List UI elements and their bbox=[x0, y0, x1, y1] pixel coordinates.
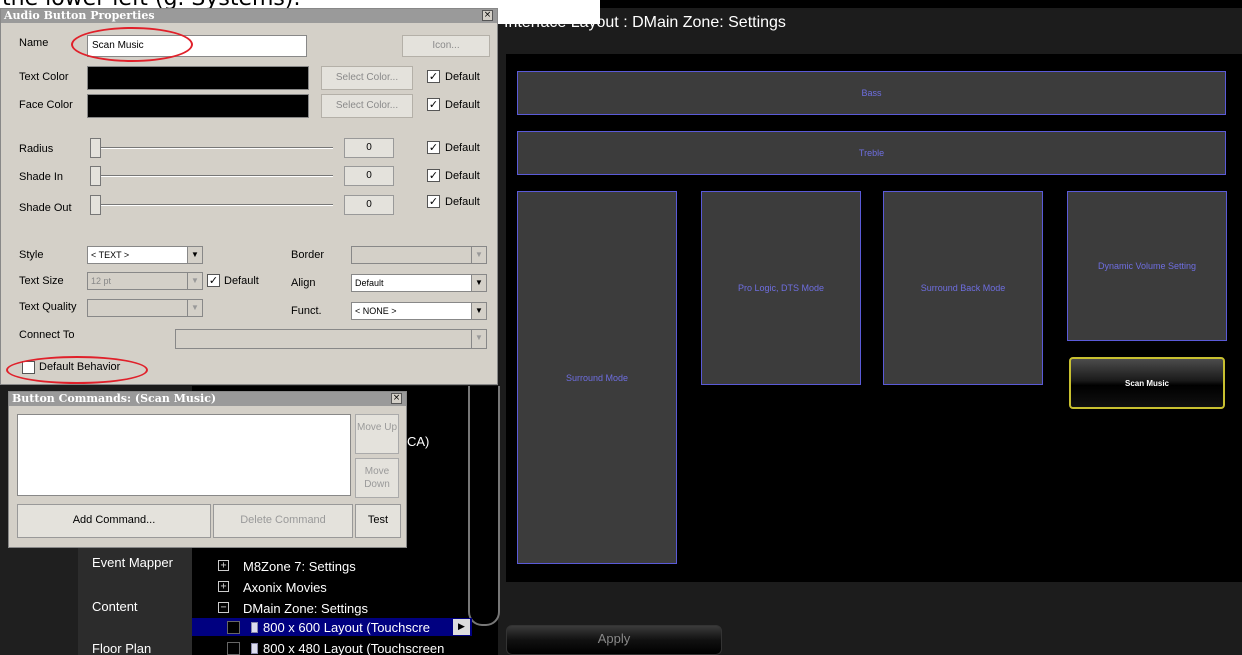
expand-icon[interactable]: + bbox=[218, 560, 229, 571]
tree-item-layout-800x480[interactable]: 800 x 480 Layout (Touchscreen bbox=[263, 641, 444, 655]
text-size-label: Text Size bbox=[19, 275, 64, 287]
radius-default-checkbox[interactable]: ✓ bbox=[427, 141, 440, 154]
surround-mode-button[interactable]: Surround Mode bbox=[517, 191, 677, 564]
shade-out-slider-thumb[interactable] bbox=[90, 195, 101, 215]
tree-item-m8zone7[interactable]: M8Zone 7: Settings bbox=[243, 559, 356, 574]
chevron-down-icon[interactable]: ▼ bbox=[187, 247, 202, 263]
add-command-button[interactable]: Add Command... bbox=[17, 504, 211, 538]
style-select[interactable]: < TEXT > ▼ bbox=[87, 246, 203, 264]
funct-value: < NONE > bbox=[355, 306, 397, 316]
default-label: Default bbox=[445, 196, 480, 208]
file-icon bbox=[251, 622, 258, 633]
connect-to-select[interactable]: ▼ bbox=[175, 329, 487, 349]
shade-in-value[interactable]: 0 bbox=[344, 166, 394, 186]
face-color-swatch bbox=[87, 94, 309, 118]
move-down-button[interactable]: Move Down bbox=[355, 458, 399, 498]
play-icon[interactable]: ▶ bbox=[453, 619, 470, 635]
face-color-label: Face Color bbox=[19, 99, 73, 111]
move-up-button[interactable]: Move Up bbox=[355, 414, 399, 454]
text-size-value: 12 pt bbox=[91, 276, 112, 286]
tree-item-dmain-zone[interactable]: DMain Zone: Settings bbox=[243, 601, 368, 616]
chevron-down-icon[interactable]: ▼ bbox=[187, 273, 202, 289]
tree-scrollbar[interactable] bbox=[468, 386, 500, 626]
nav-event-mapper[interactable]: Event Mapper bbox=[92, 555, 173, 570]
radius-value[interactable]: 0 bbox=[344, 138, 394, 158]
connect-to-label: Connect To bbox=[19, 329, 75, 341]
nav-floor-plan[interactable]: Floor Plan bbox=[92, 641, 151, 655]
chevron-down-icon[interactable]: ▼ bbox=[187, 300, 202, 316]
annotation-ellipse bbox=[6, 356, 148, 384]
chevron-down-icon[interactable]: ▼ bbox=[471, 275, 486, 291]
dynamic-volume-button[interactable]: Dynamic Volume Setting bbox=[1067, 191, 1227, 341]
text-color-label: Text Color bbox=[19, 71, 69, 83]
close-icon[interactable]: × bbox=[391, 393, 402, 404]
bass-button[interactable]: Bass bbox=[517, 71, 1226, 115]
name-label: Name bbox=[19, 37, 49, 49]
pro-logic-button[interactable]: Pro Logic, DTS Mode bbox=[701, 191, 861, 385]
annotation-ellipse bbox=[71, 27, 193, 62]
shade-out-value[interactable]: 0 bbox=[344, 195, 394, 215]
default-label: Default bbox=[445, 170, 480, 182]
text-quality-select[interactable]: ▼ bbox=[87, 299, 203, 317]
default-label: Default bbox=[445, 142, 480, 154]
test-button[interactable]: Test bbox=[355, 504, 401, 538]
shade-out-slider-track[interactable] bbox=[99, 204, 333, 206]
shade-in-slider-track[interactable] bbox=[99, 175, 333, 177]
style-value: < TEXT > bbox=[91, 250, 130, 260]
select-face-color-button[interactable]: Select Color... bbox=[321, 94, 413, 118]
expand-icon[interactable]: + bbox=[218, 581, 229, 592]
treble-button[interactable]: Treble bbox=[517, 131, 1226, 175]
surround-back-button[interactable]: Surround Back Mode bbox=[883, 191, 1043, 385]
face-color-default-checkbox[interactable]: ✓ bbox=[427, 98, 440, 111]
radius-slider-track[interactable] bbox=[99, 147, 333, 149]
tree-item-layout-800x600[interactable]: 800 x 600 Layout (Touchscre bbox=[263, 620, 430, 635]
chevron-down-icon[interactable]: ▼ bbox=[471, 303, 486, 319]
text-color-swatch bbox=[87, 66, 309, 90]
file-icon bbox=[251, 643, 258, 654]
shade-in-default-checkbox[interactable]: ✓ bbox=[427, 169, 440, 182]
collapse-icon[interactable]: − bbox=[218, 602, 229, 613]
align-select[interactable]: Default ▼ bbox=[351, 274, 487, 292]
delete-command-button[interactable]: Delete Command bbox=[213, 504, 353, 538]
tree-fragment: CA) bbox=[407, 434, 430, 449]
text-size-default-checkbox[interactable]: ✓ bbox=[207, 274, 220, 287]
chevron-down-icon[interactable]: ▼ bbox=[471, 330, 486, 348]
left-strip bbox=[0, 540, 78, 655]
nav-content[interactable]: Content bbox=[92, 599, 138, 614]
layout-title: Interface Layout : DMain Zone: Settings bbox=[504, 14, 786, 31]
border-select[interactable]: ▼ bbox=[351, 246, 487, 264]
default-label: Default bbox=[445, 71, 480, 83]
dialog-title: Audio Button Properties bbox=[1, 9, 497, 23]
select-text-color-button[interactable]: Select Color... bbox=[321, 66, 413, 90]
text-size-select[interactable]: 12 pt ▼ bbox=[87, 272, 203, 290]
layout-checkbox[interactable] bbox=[227, 621, 240, 634]
tree-item-axonix-movies[interactable]: Axonix Movies bbox=[243, 580, 327, 595]
align-label: Align bbox=[291, 277, 316, 289]
style-label: Style bbox=[19, 249, 44, 261]
shade-in-slider-thumb[interactable] bbox=[90, 166, 101, 186]
radius-label: Radius bbox=[19, 143, 54, 155]
default-label: Default bbox=[224, 275, 259, 287]
icon-button[interactable]: Icon... bbox=[402, 35, 490, 57]
shade-out-label: Shade Out bbox=[19, 202, 72, 214]
shade-out-default-checkbox[interactable]: ✓ bbox=[427, 195, 440, 208]
text-quality-label: Text Quality bbox=[19, 301, 77, 313]
apply-button[interactable]: Apply bbox=[506, 625, 722, 655]
layout-checkbox[interactable] bbox=[227, 642, 240, 655]
border-label: Border bbox=[291, 249, 325, 261]
button-commands-dialog: Button Commands: (Scan Music) × Move Up … bbox=[8, 391, 407, 548]
radius-slider-thumb[interactable] bbox=[90, 138, 101, 158]
default-label: Default bbox=[445, 99, 480, 111]
chevron-down-icon[interactable]: ▼ bbox=[471, 247, 486, 263]
scan-music-button[interactable]: Scan Music bbox=[1069, 357, 1225, 409]
funct-label: Funct. bbox=[291, 305, 322, 317]
audio-button-properties-dialog: Audio Button Properties × Name Scan Musi… bbox=[0, 8, 498, 385]
dialog-title: Button Commands: (Scan Music) bbox=[9, 392, 406, 406]
shade-in-label: Shade In bbox=[19, 171, 64, 183]
align-value: Default bbox=[355, 278, 384, 288]
close-icon[interactable]: × bbox=[482, 10, 493, 21]
funct-select[interactable]: < NONE > ▼ bbox=[351, 302, 487, 320]
text-color-default-checkbox[interactable]: ✓ bbox=[427, 70, 440, 83]
commands-list[interactable] bbox=[17, 414, 351, 496]
